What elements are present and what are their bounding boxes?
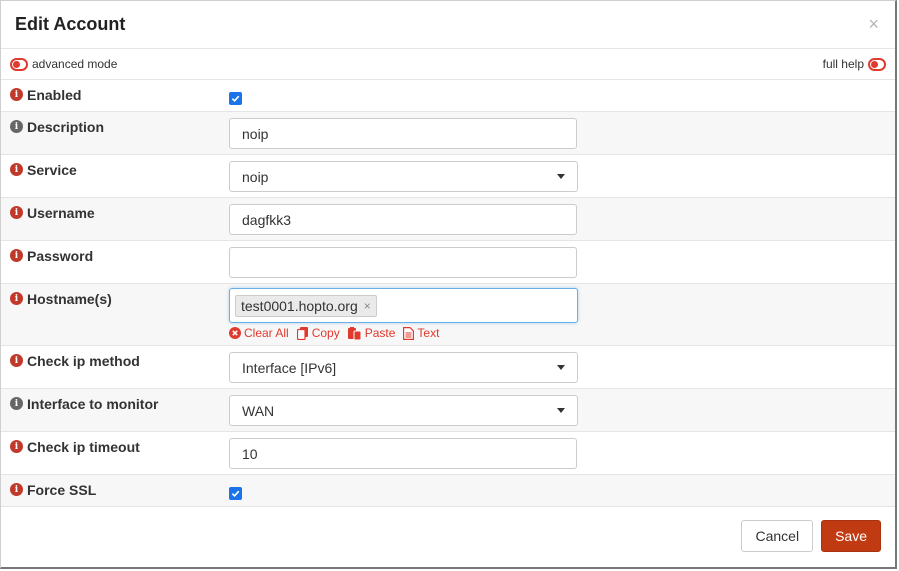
enabled-checkbox[interactable] xyxy=(229,92,242,105)
info-icon[interactable]: i xyxy=(10,88,23,101)
clear-all-link[interactable]: Clear All xyxy=(229,326,289,340)
value-service: noip xyxy=(229,155,895,197)
edit-account-dialog: Edit Account × advanced mode full help i… xyxy=(0,0,897,569)
service-select[interactable]: noip xyxy=(229,161,578,192)
label-description: i Description xyxy=(1,112,229,154)
label-text: Check ip method xyxy=(27,353,140,369)
row-service: i Service noip xyxy=(1,155,895,198)
info-icon[interactable]: i xyxy=(10,292,23,305)
hostname-tag: test0001.hopto.org × xyxy=(235,294,377,317)
label-service: i Service xyxy=(1,155,229,197)
interface-select[interactable]: WAN xyxy=(229,395,578,426)
value-password xyxy=(229,241,895,283)
info-icon[interactable]: i xyxy=(10,483,23,496)
save-button[interactable]: Save xyxy=(821,520,881,552)
file-text-icon xyxy=(403,326,415,340)
full-help-label: full help xyxy=(822,56,864,71)
row-enabled: i Enabled xyxy=(1,80,895,112)
row-force-ssl: i Force SSL xyxy=(1,475,895,507)
value-interface: WAN xyxy=(229,389,895,431)
text-label: Text xyxy=(417,326,440,340)
description-input[interactable]: noip xyxy=(229,118,577,149)
clear-all-label: Clear All xyxy=(244,326,289,340)
label-text: Service xyxy=(27,162,77,178)
info-icon[interactable]: i xyxy=(10,354,23,367)
full-help-toggle[interactable]: full help xyxy=(822,56,886,72)
info-icon[interactable]: i xyxy=(10,163,23,176)
paste-link[interactable]: Paste xyxy=(347,326,396,340)
label-text: Interface to monitor xyxy=(27,396,159,412)
password-input[interactable] xyxy=(229,247,577,278)
toggle-off-icon xyxy=(10,58,28,72)
dialog-header: Edit Account × xyxy=(1,1,895,49)
label-checkip-method: i Check ip method xyxy=(1,346,229,388)
info-icon[interactable]: i xyxy=(10,206,23,219)
label-text: Password xyxy=(27,248,94,264)
tag-actions: Clear All Copy Paste Text xyxy=(229,326,895,340)
tag-label: test0001.hopto.org xyxy=(241,297,358,314)
label-text: Enabled xyxy=(27,87,82,103)
row-checkip-timeout: i Check ip timeout 10 xyxy=(1,432,895,475)
info-icon[interactable]: i xyxy=(10,120,23,133)
label-enabled: i Enabled xyxy=(1,80,229,111)
cancel-button[interactable]: Cancel xyxy=(741,520,814,552)
row-description: i Description noip xyxy=(1,112,895,155)
value-checkip-method: Interface [IPv6] xyxy=(229,346,895,388)
dialog-footer: Cancel Save xyxy=(1,505,895,567)
form-body: i Enabled i Description noip i Service n… xyxy=(1,80,895,507)
label-text: Username xyxy=(27,205,95,221)
chevron-down-icon xyxy=(557,365,565,370)
mode-toolbar: advanced mode full help xyxy=(1,49,895,80)
label-hostnames: i Hostname(s) xyxy=(1,284,229,345)
advanced-mode-label: advanced mode xyxy=(32,56,118,71)
checkip-timeout-input[interactable]: 10 xyxy=(229,438,577,469)
chevron-down-icon xyxy=(557,408,565,413)
force-ssl-checkbox[interactable] xyxy=(229,487,242,500)
clear-icon xyxy=(229,327,241,339)
info-icon[interactable]: i xyxy=(10,397,23,410)
value-username: dagfkk3 xyxy=(229,198,895,240)
service-selected: noip xyxy=(242,168,269,185)
checkip-method-select[interactable]: Interface [IPv6] xyxy=(229,352,578,383)
advanced-mode-toggle[interactable]: advanced mode xyxy=(10,56,118,72)
copy-link[interactable]: Copy xyxy=(296,326,340,340)
text-link[interactable]: Text xyxy=(403,326,439,340)
hostnames-tag-input[interactable]: test0001.hopto.org × xyxy=(229,288,578,323)
value-checkip-timeout: 10 xyxy=(229,432,895,474)
row-password: i Password xyxy=(1,241,895,284)
interface-selected: WAN xyxy=(242,402,275,419)
copy-icon xyxy=(296,326,309,340)
check-icon xyxy=(231,490,240,498)
info-icon[interactable]: i xyxy=(10,440,23,453)
value-description: noip xyxy=(229,112,895,154)
value-hostnames: test0001.hopto.org × Clear All Copy Past… xyxy=(229,284,895,345)
dialog-title: Edit Account xyxy=(15,14,126,34)
row-hostnames: i Hostname(s) test0001.hopto.org × Clear xyxy=(1,284,895,346)
remove-tag-icon[interactable]: × xyxy=(364,299,371,313)
paste-icon xyxy=(347,326,362,340)
row-username: i Username dagfkk3 xyxy=(1,198,895,241)
label-password: i Password xyxy=(1,241,229,283)
label-text: Force SSL xyxy=(27,482,97,498)
value-enabled xyxy=(229,80,895,111)
toggle-off-icon xyxy=(868,58,886,72)
value-force-ssl xyxy=(229,475,895,506)
label-text: Check ip timeout xyxy=(27,439,140,455)
paste-label: Paste xyxy=(364,326,396,340)
checkip-method-selected: Interface [IPv6] xyxy=(242,359,337,376)
check-icon xyxy=(231,95,240,103)
close-icon[interactable]: × xyxy=(868,14,879,35)
label-checkip-timeout: i Check ip timeout xyxy=(1,432,229,474)
copy-label: Copy xyxy=(311,326,340,340)
label-text: Hostname(s) xyxy=(27,291,112,307)
label-text: Description xyxy=(27,119,105,135)
label-interface: i Interface to monitor xyxy=(1,389,229,431)
label-force-ssl: i Force SSL xyxy=(1,475,229,506)
chevron-down-icon xyxy=(557,174,565,179)
label-username: i Username xyxy=(1,198,229,240)
row-interface: i Interface to monitor WAN xyxy=(1,389,895,432)
info-icon[interactable]: i xyxy=(10,249,23,262)
row-checkip-method: i Check ip method Interface [IPv6] xyxy=(1,346,895,389)
username-input[interactable]: dagfkk3 xyxy=(229,204,577,235)
